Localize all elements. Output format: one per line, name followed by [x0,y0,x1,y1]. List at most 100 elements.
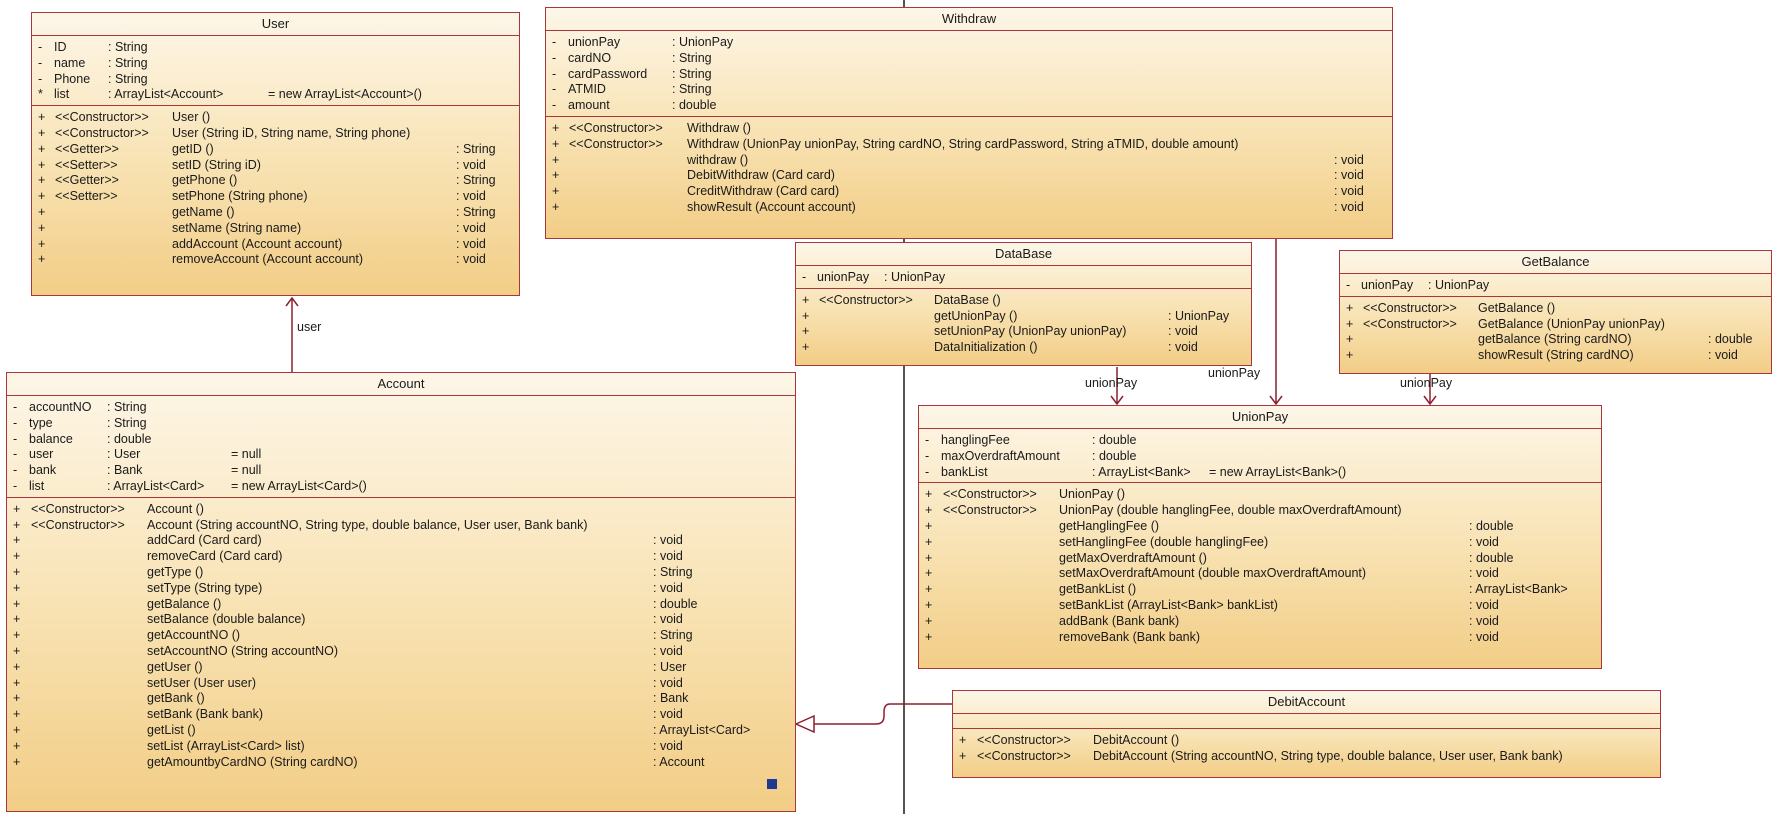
operation-row[interactable]: + <<Constructor>> UnionPay (double hanglin… [919,502,1601,519]
class-account[interactable]: Account - accountNO: String - type: String - b… [6,372,796,812]
operation-row[interactable]: + <<Constructor>> DebitAccount () [953,732,1660,749]
operation-row[interactable]: + addBank (Bank bank): void [919,613,1601,630]
operation-row[interactable]: + <<Constructor>> Withdraw () [546,120,1392,137]
attribute-row[interactable]: - bankList: ArrayList<Bank> = new ArrayLis… [919,464,1601,481]
attribute-row[interactable]: - name: String [32,55,519,72]
class-user[interactable]: User - ID: String - name: String - Phone: Stri… [31,12,520,296]
visibility-marker: + [38,110,46,125]
attribute-row[interactable]: - ID: String [32,39,519,56]
operation-row[interactable]: + getAccountNO (): String [7,627,795,644]
operation-row[interactable]: + removeBank (Bank bank): void [919,629,1601,646]
operation-row[interactable]: + setAccountNO (String accountNO): void [7,643,795,660]
visibility-marker: + [1346,348,1354,363]
operation-signature: addAccount (Account account) [172,236,343,251]
operation-stereotype: <<Getter>> [55,141,119,156]
class-debitaccount[interactable]: DebitAccount + <<Constructor>> DebitAccount… [952,690,1661,778]
operation-row[interactable]: + <<Constructor>> GetBalance () [1340,300,1771,317]
attribute-row[interactable]: - unionPay: UnionPay [1340,277,1771,294]
operation-row[interactable]: + getUnionPay (): UnionPay [796,308,1251,325]
attribute-row[interactable]: - hanglingFee: double [919,432,1601,449]
operation-row[interactable]: + DataInitialization (): void [796,339,1251,356]
operation-row[interactable]: + <<Constructor>> Account () [7,501,795,518]
class-withdraw[interactable]: Withdraw - unionPay: UnionPay - cardNO: Stri… [545,7,1393,239]
attribute-row[interactable]: - unionPay: UnionPay [796,269,1251,286]
attribute-row[interactable]: - ATMID: String [546,81,1392,98]
operation-row[interactable]: + getMaxOverdraftAmount (): double [919,550,1601,567]
operation-row[interactable]: + setUser (User user): void [7,675,795,692]
attribute-row[interactable]: - unionPay: UnionPay [546,34,1392,51]
operation-return-type: : void [1334,184,1364,199]
operation-row[interactable]: + <<Setter>> setPhone (String phone): void [32,188,519,205]
attribute-row[interactable]: - maxOverdraftAmount: double [919,448,1601,465]
operation-row[interactable]: + <<Getter>> getID (): String [32,141,519,158]
attribute-row[interactable]: - accountNO: String [7,399,795,416]
operation-return-type: : String [456,173,496,188]
operation-row[interactable]: + setUnionPay (UnionPay unionPay): void [796,323,1251,340]
operation-row[interactable]: + <<Constructor>> DebitAccount (String acc… [953,748,1660,765]
operation-row[interactable]: + getUser (): User [7,659,795,676]
operation-row[interactable]: + getBalance (): double [7,596,795,613]
operation-row[interactable]: + <<Constructor>> User (String iD, String … [32,125,519,142]
attribute-row[interactable]: - cardPassword: String [546,66,1392,83]
operation-row[interactable]: + <<Constructor>> Withdraw (UnionPay union… [546,136,1392,153]
operation-row[interactable]: + <<Getter>> getPhone (): String [32,172,519,189]
operation-signature: CreditWithdraw (Card card) [687,184,840,199]
selection-handle[interactable] [767,779,777,789]
operation-row[interactable]: + <<Constructor>> Account (String accountN… [7,517,795,534]
attribute-row[interactable]: - cardNO: String [546,50,1392,67]
visibility-marker: + [38,125,46,140]
operation-stereotype: <<Constructor>> [1363,316,1457,331]
operation-row[interactable]: + <<Constructor>> UnionPay () [919,486,1601,503]
class-unionpay[interactable]: UnionPay - hanglingFee: double - maxOverdraf… [918,405,1602,669]
operation-row[interactable]: + setList (ArrayList<Card> list): void [7,738,795,755]
operation-row[interactable]: + setBalance (double balance): void [7,611,795,628]
operation-row[interactable]: + getAmountbyCardNO (String cardNO): Acco… [7,754,795,771]
operation-row[interactable]: + setBankList (ArrayList<Bank> bankList):… [919,597,1601,614]
operation-row[interactable]: + setName (String name): void [32,220,519,237]
operation-row[interactable]: + setType (String type): void [7,580,795,597]
operation-return-type: : void [1469,629,1499,644]
visibility-marker: + [802,324,810,339]
attribute-name: list [29,479,45,493]
attribute-row[interactable]: * list: ArrayList<Account> = new ArrayList… [32,86,519,103]
operation-row[interactable]: + <<Setter>> setID (String iD): void [32,157,519,174]
operation-row[interactable]: + showResult (String cardNO): void [1340,347,1771,364]
operation-stereotype: <<Constructor>> [977,733,1071,747]
operation-row[interactable]: + removeCard (Card card): void [7,548,795,565]
operation-row[interactable]: + <<Constructor>> User () [32,109,519,126]
operation-row[interactable]: + addCard (Card card): void [7,532,795,549]
operation-return-type: : void [1469,566,1499,581]
operation-signature: Withdraw () [687,121,751,135]
operation-row[interactable]: + getBalance (String cardNO): double [1340,331,1771,348]
attribute-row[interactable]: - type: String [7,415,795,432]
operation-row[interactable]: + getType (): String [7,564,795,581]
operation-row[interactable]: + setMaxOverdraftAmount (double maxOverdr… [919,565,1601,582]
class-getbalance[interactable]: GetBalance - unionPay: UnionPay + <<Construc… [1339,250,1772,374]
operation-row[interactable]: + withdraw (): void [546,152,1392,169]
operation-row[interactable]: + <<Constructor>> DataBase () [796,292,1251,309]
attribute-row[interactable]: - balance: double [7,431,795,448]
attribute-row[interactable]: - bank: Bank = null [7,462,795,479]
attribute-type: : ArrayList<Bank> [1092,464,1191,479]
attribute-row[interactable]: - list: ArrayList<Card> = new ArrayList<Ca… [7,478,795,495]
operation-row[interactable]: + getHanglingFee (): double [919,518,1601,535]
operation-row[interactable]: + CreditWithdraw (Card card): void [546,183,1392,200]
attribute-row[interactable]: - amount: double [546,97,1392,114]
attribute-row[interactable]: - Phone: String [32,71,519,88]
operation-row[interactable]: + removeAccount (Account account): void [32,251,519,268]
operation-row[interactable]: + setHanglingFee (double hanglingFee): vo… [919,534,1601,551]
operation-row[interactable]: + showResult (Account account): void [546,199,1392,216]
visibility-marker: + [959,733,967,747]
operation-row[interactable]: + getName (): String [32,204,519,221]
operation-row[interactable]: + <<Constructor>> GetBalance (UnionPay uni… [1340,316,1771,333]
operation-row[interactable]: + getList (): ArrayList<Card> [7,722,795,739]
operation-row[interactable]: + DebitWithdraw (Card card): void [546,167,1392,184]
attribute-row[interactable]: - user: User = null [7,446,795,463]
operation-row[interactable]: + getBankList (): ArrayList<Bank> [919,581,1601,598]
class-name: DebitAccount [953,691,1660,714]
operation-row[interactable]: + getBank (): Bank [7,690,795,707]
class-database[interactable]: DataBase - unionPay: UnionPay + <<Constructo… [795,242,1252,366]
class-name: GetBalance [1340,251,1771,274]
operation-row[interactable]: + setBank (Bank bank): void [7,706,795,723]
operation-row[interactable]: + addAccount (Account account): void [32,236,519,253]
